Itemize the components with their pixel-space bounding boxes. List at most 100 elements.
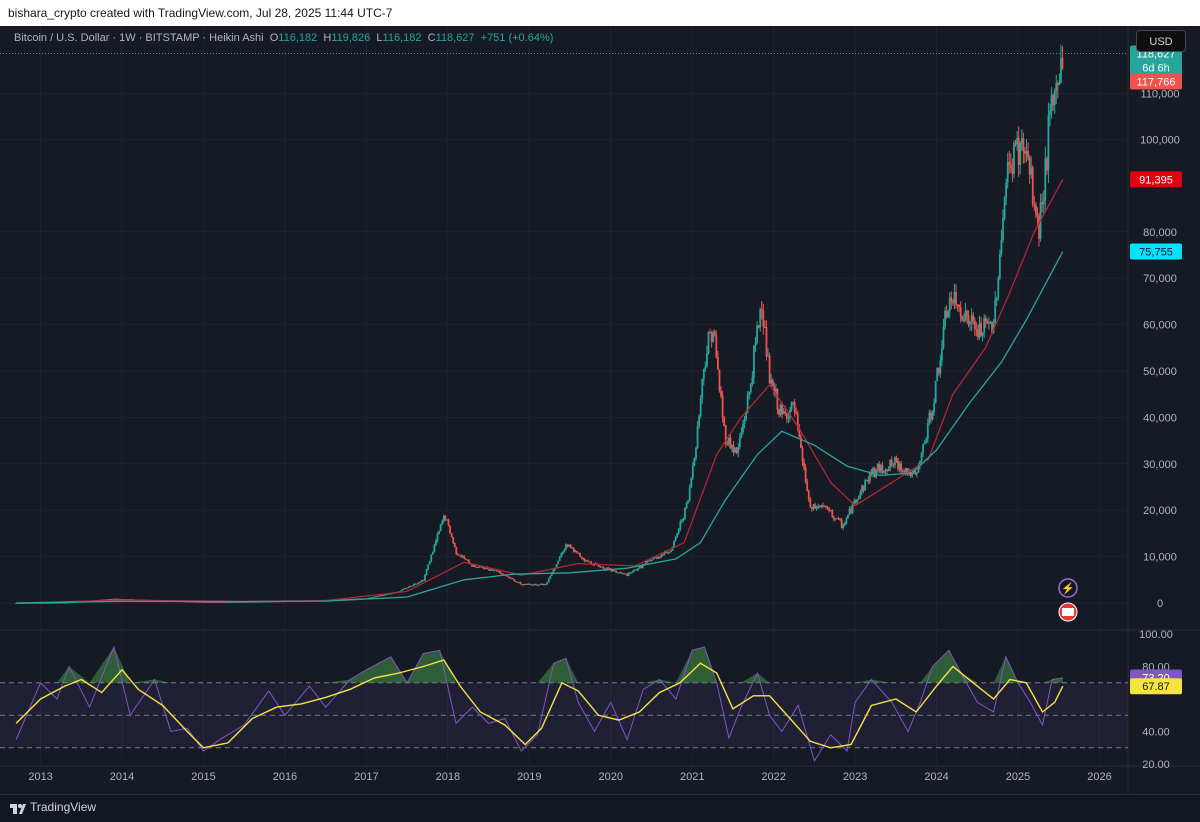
- candle-down: [516, 581, 519, 583]
- candle-up: [546, 582, 549, 585]
- candle-down: [456, 553, 459, 556]
- candle-up: [922, 444, 925, 453]
- candle-down: [507, 576, 509, 578]
- candle-up: [1055, 83, 1058, 92]
- candle-up: [998, 253, 1001, 279]
- candle-up: [428, 561, 431, 565]
- footer-brand: TradingView: [30, 800, 97, 814]
- candle-down: [760, 309, 763, 311]
- candle-up: [834, 518, 837, 520]
- x-tick-label: 2016: [273, 771, 297, 783]
- legend-high: 119,826: [331, 32, 371, 44]
- ma-fast-value-label: 91,395: [1139, 174, 1173, 186]
- candle-down: [873, 468, 876, 477]
- candle-down: [488, 569, 491, 571]
- candle-down: [785, 412, 788, 419]
- candle-down: [825, 506, 827, 508]
- candle-up: [969, 323, 972, 325]
- candle-down: [624, 573, 627, 575]
- candle-down: [635, 569, 638, 571]
- candle-up: [790, 402, 793, 411]
- candle-up: [823, 506, 826, 508]
- bar-countdown-label: 6d 6h: [1142, 63, 1170, 75]
- candle-down: [525, 583, 528, 585]
- candle-up: [411, 585, 414, 587]
- high-price-label: 117,766: [1137, 77, 1176, 89]
- candle-down: [881, 465, 884, 473]
- candle-up: [1060, 58, 1062, 83]
- candle-up: [408, 586, 411, 588]
- candle-down: [455, 546, 458, 554]
- candle-up: [864, 480, 867, 491]
- candle-up: [660, 554, 663, 558]
- candle-up: [533, 583, 536, 585]
- rsi-ma-value-label: 67.87: [1142, 681, 1170, 693]
- candle-down: [1027, 151, 1029, 158]
- candle-up: [427, 564, 430, 570]
- candle-up: [812, 504, 815, 510]
- candle-down: [795, 412, 798, 414]
- candle-down: [854, 500, 857, 503]
- symbol-legend[interactable]: Bitcoin / U.S. Dollar · 1W · BITSTAMP · …: [14, 32, 553, 44]
- candle-down: [778, 409, 780, 415]
- candle-down: [602, 566, 605, 569]
- candle-down: [735, 447, 738, 453]
- candle-up: [441, 521, 444, 525]
- tradingview-logo[interactable]: TradingView: [10, 800, 96, 815]
- candle-up: [759, 309, 762, 328]
- currency-button[interactable]: USD: [1136, 30, 1186, 52]
- candle-up: [737, 446, 740, 453]
- candle-down: [977, 329, 979, 338]
- candle-up: [442, 515, 445, 522]
- candle-down: [466, 559, 469, 561]
- chart-container[interactable]: 0 10,000 20,000 30,000 40,000 50,000 60,000 70,…: [0, 26, 1200, 794]
- candle-down: [959, 307, 962, 317]
- rsi-y-tick-label: 40.00: [1142, 727, 1170, 739]
- candle-up: [433, 544, 436, 552]
- candle-down: [662, 554, 664, 556]
- candle-down: [115, 598, 118, 600]
- candle-up: [478, 566, 481, 568]
- candle-up: [555, 564, 558, 568]
- candle-up: [532, 584, 534, 586]
- candle-up: [670, 550, 672, 553]
- candle-down: [1041, 202, 1044, 205]
- candle-down: [837, 518, 840, 520]
- candle-up: [406, 587, 409, 589]
- candle-down: [1031, 167, 1034, 204]
- candle-down: [732, 445, 735, 453]
- candle-up: [435, 540, 437, 545]
- candle-down: [895, 457, 898, 461]
- candle-up: [941, 347, 943, 361]
- candle-up: [493, 570, 495, 572]
- candle-down: [967, 315, 970, 325]
- candle-up: [616, 572, 619, 574]
- candle-up: [925, 438, 928, 443]
- candle-up: [734, 447, 737, 453]
- candle-down: [892, 465, 895, 467]
- y-tick-label: 60,000: [1143, 320, 1177, 332]
- legend-c-label: C: [427, 32, 436, 44]
- candle-up: [978, 323, 981, 338]
- candle-up: [477, 567, 480, 569]
- candle-up: [699, 398, 702, 416]
- candle-down: [514, 581, 517, 583]
- y-tick-label: 100,000: [1140, 135, 1180, 147]
- x-tick-label: 2025: [1006, 771, 1030, 783]
- candle-up: [948, 297, 951, 312]
- candle-down: [380, 595, 383, 597]
- candle-up: [754, 343, 757, 346]
- rsi-y-tick-label: 20.00: [1142, 759, 1170, 771]
- candle-down: [807, 490, 810, 500]
- candle-up: [378, 595, 381, 597]
- rsi-overbought-fill: [16, 647, 1063, 683]
- candle-up: [424, 574, 426, 581]
- candle-up: [557, 560, 560, 565]
- candle-up: [883, 471, 885, 473]
- chart-svg[interactable]: 0 10,000 20,000 30,000 40,000 50,000 60,000 70,…: [0, 26, 1200, 794]
- candle-up: [674, 536, 677, 541]
- y-tick-label: 70,000: [1143, 273, 1177, 285]
- candle-down: [613, 570, 616, 572]
- candle-up: [693, 458, 696, 466]
- candle-down: [897, 460, 899, 470]
